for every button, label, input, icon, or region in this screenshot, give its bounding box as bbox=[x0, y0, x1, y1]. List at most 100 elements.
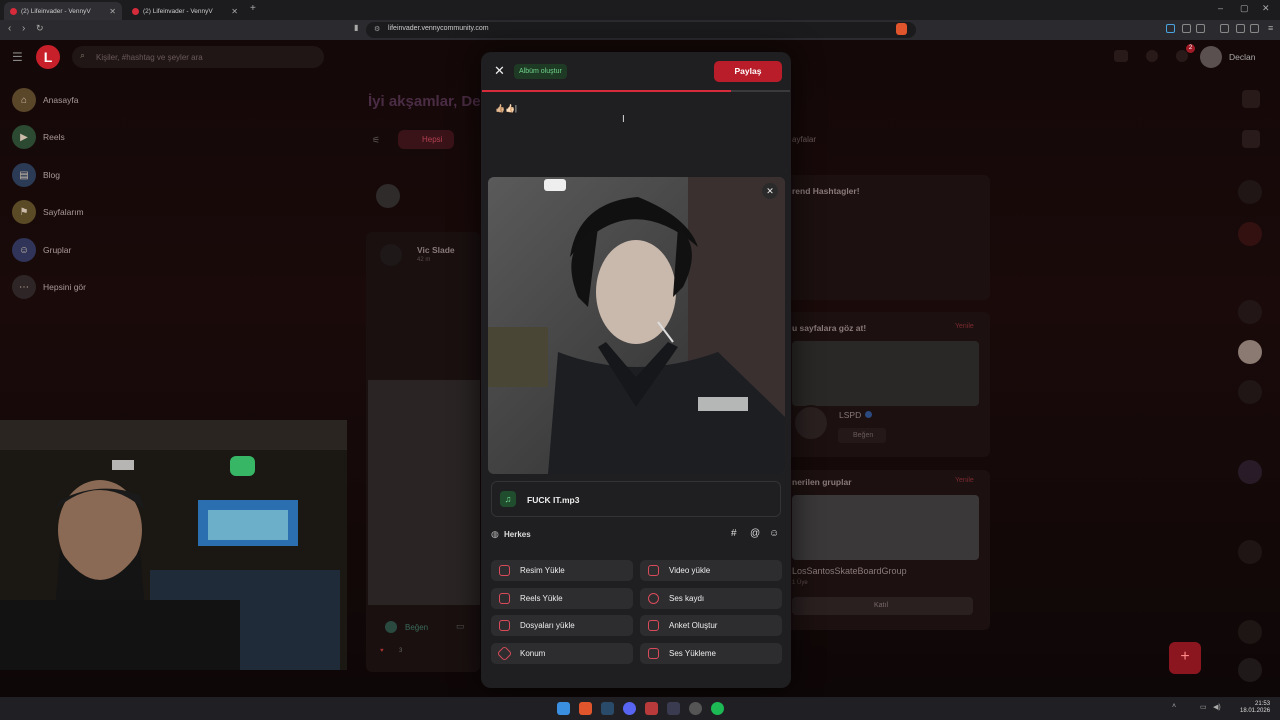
friend-avatar[interactable] bbox=[1238, 380, 1262, 404]
friend-avatar[interactable] bbox=[1238, 658, 1262, 682]
remove-image-icon[interactable]: ✕ bbox=[762, 183, 778, 199]
search-icon: ⌕ bbox=[80, 50, 86, 60]
new-tab-icon[interactable]: + bbox=[250, 3, 256, 14]
upload-image-button[interactable]: Resim Yükle bbox=[491, 560, 633, 581]
like-icon[interactable] bbox=[385, 621, 397, 633]
maximize-icon[interactable]: ▢ bbox=[1240, 3, 1249, 14]
sidebar-item-more[interactable]: ⋯ Hepsini gör bbox=[12, 275, 86, 299]
discord-icon[interactable] bbox=[623, 702, 636, 715]
upload-files-button[interactable]: Dosyaları yükle bbox=[491, 615, 633, 636]
action-label: Resim Yükle bbox=[520, 566, 565, 575]
steam-icon[interactable] bbox=[601, 702, 614, 715]
blog-icon: ▤ bbox=[12, 163, 36, 187]
windows-start-icon[interactable] bbox=[557, 702, 570, 715]
browser-tab-active[interactable]: (2) Lifeinvader - VennyV ✕ bbox=[4, 2, 122, 20]
extension-icon[interactable] bbox=[1166, 24, 1175, 33]
mention-icon[interactable]: @ bbox=[750, 528, 760, 539]
download-icon[interactable] bbox=[1220, 24, 1229, 33]
page-like-label: Beğen bbox=[853, 432, 874, 439]
upload-reels-button[interactable]: Reels Yükle bbox=[491, 588, 633, 609]
close-window-icon[interactable]: ✕ bbox=[1262, 3, 1270, 14]
volume-icon[interactable]: ◀) bbox=[1213, 703, 1221, 711]
page-name[interactable]: LSPD bbox=[839, 410, 861, 420]
page-cover-image[interactable] bbox=[792, 341, 979, 406]
close-tab-icon[interactable]: ✕ bbox=[109, 7, 116, 16]
clock-time: 21:53 bbox=[1255, 701, 1271, 707]
media-icon[interactable] bbox=[1236, 24, 1245, 33]
sidebar-item-pages[interactable]: ⚑ Sayfalarım bbox=[12, 200, 84, 224]
post-author[interactable]: Vic Slade bbox=[417, 245, 455, 255]
app-icon[interactable] bbox=[667, 702, 680, 715]
friends-icon[interactable] bbox=[1114, 50, 1128, 62]
close-icon[interactable]: ✕ bbox=[494, 63, 505, 79]
emoji-icon[interactable]: ☺ bbox=[769, 528, 779, 539]
globe-icon[interactable]: ◍ bbox=[491, 529, 499, 540]
sidebar-toggle-icon[interactable] bbox=[1196, 24, 1205, 33]
filter-icon[interactable]: ⚟ bbox=[372, 135, 380, 146]
back-icon[interactable]: ‹ bbox=[8, 23, 11, 34]
sidebar-item-label: Anasayfa bbox=[43, 95, 79, 105]
network-icon[interactable]: ▭ bbox=[1200, 703, 1207, 711]
obs-icon[interactable] bbox=[689, 702, 702, 715]
group-cover-image[interactable] bbox=[792, 495, 979, 560]
privacy-selector[interactable]: Herkes bbox=[504, 530, 531, 539]
friend-avatar[interactable] bbox=[1238, 340, 1262, 364]
friend-avatar[interactable] bbox=[1238, 222, 1262, 246]
app-icon[interactable] bbox=[645, 702, 658, 715]
attached-image[interactable] bbox=[488, 177, 785, 474]
add-friend-icon[interactable] bbox=[1242, 130, 1260, 148]
chat-icon[interactable] bbox=[1242, 90, 1260, 108]
puzzle-icon[interactable] bbox=[1182, 24, 1191, 33]
pages-refresh-link[interactable]: Yenile bbox=[955, 323, 974, 330]
comment-icon[interactable]: ▭ bbox=[456, 621, 465, 632]
create-album-button[interactable]: Albüm oluştur bbox=[514, 64, 567, 79]
friend-avatar[interactable] bbox=[1238, 620, 1262, 644]
action-label: Ses Yükleme bbox=[669, 649, 716, 658]
brave-shield-icon[interactable] bbox=[896, 23, 907, 35]
groups-refresh-link[interactable]: Yenile bbox=[955, 477, 974, 484]
location-button[interactable]: Konum bbox=[491, 643, 633, 664]
site-info-icon[interactable]: ⚙ bbox=[374, 25, 380, 33]
post-image[interactable] bbox=[368, 380, 480, 605]
share-button[interactable]: Paylaş bbox=[714, 61, 782, 82]
tab-pages[interactable]: ayfalar bbox=[792, 135, 816, 144]
upload-video-button[interactable]: Video yükle bbox=[640, 560, 782, 581]
upload-audio-button[interactable]: Ses Yükleme bbox=[640, 643, 782, 664]
forward-icon[interactable]: › bbox=[22, 23, 25, 34]
minimize-icon[interactable]: – bbox=[1218, 3, 1223, 13]
tray-chevron-icon[interactable]: ˄ bbox=[1172, 703, 1176, 710]
location-icon bbox=[496, 645, 513, 662]
voice-record-button[interactable]: Ses kaydı bbox=[640, 588, 782, 609]
sidebar-item-home[interactable]: ⌂ Anasayfa bbox=[12, 88, 78, 112]
user-name[interactable]: Declan bbox=[1229, 52, 1255, 62]
wallet-icon[interactable] bbox=[1250, 24, 1259, 33]
bookmark-icon[interactable]: ▮ bbox=[354, 23, 358, 32]
messages-icon[interactable] bbox=[1146, 50, 1158, 62]
lifeinvader-logo[interactable]: L bbox=[36, 45, 60, 69]
sidebar-item-groups[interactable]: ☺ Gruplar bbox=[12, 238, 71, 262]
friend-avatar[interactable] bbox=[1238, 540, 1262, 564]
friend-avatar[interactable] bbox=[1238, 300, 1262, 324]
system-clock[interactable]: 21:53 18.01.2026 bbox=[1240, 701, 1270, 715]
friend-avatar[interactable] bbox=[1238, 180, 1262, 204]
post-text-input[interactable]: 👍🏼👍🏻| bbox=[495, 104, 517, 113]
create-poll-button[interactable]: Anket Oluştur bbox=[640, 615, 782, 636]
url-text[interactable]: lifeinvader.vennycommunity.com bbox=[388, 25, 489, 32]
browser-tab[interactable]: (2) Lifeinvader - VennyV ✕ bbox=[126, 2, 244, 20]
create-post-button[interactable]: + bbox=[1169, 642, 1201, 674]
group-name[interactable]: LosSantosSkateBoardGroup bbox=[792, 566, 907, 576]
friend-avatar[interactable] bbox=[1238, 460, 1262, 484]
menu-icon[interactable]: ≡ bbox=[1268, 23, 1273, 33]
sidebar-item-blog[interactable]: ▤ Blog bbox=[12, 163, 60, 187]
sidebar-item-reels[interactable]: ▶ Reels bbox=[12, 125, 65, 149]
reload-icon[interactable]: ↻ bbox=[36, 23, 44, 34]
avatar[interactable] bbox=[1200, 46, 1222, 68]
close-tab-icon[interactable]: ✕ bbox=[231, 7, 238, 16]
like-button[interactable]: Beğen bbox=[405, 623, 428, 632]
pages-icon: ⚑ bbox=[12, 200, 36, 224]
brave-browser-icon[interactable] bbox=[579, 702, 592, 715]
hashtag-icon[interactable]: # bbox=[731, 528, 737, 539]
notifications-icon[interactable] bbox=[1176, 50, 1188, 62]
hamburger-icon[interactable]: ☰ bbox=[12, 50, 23, 64]
spotify-icon[interactable] bbox=[711, 702, 724, 715]
